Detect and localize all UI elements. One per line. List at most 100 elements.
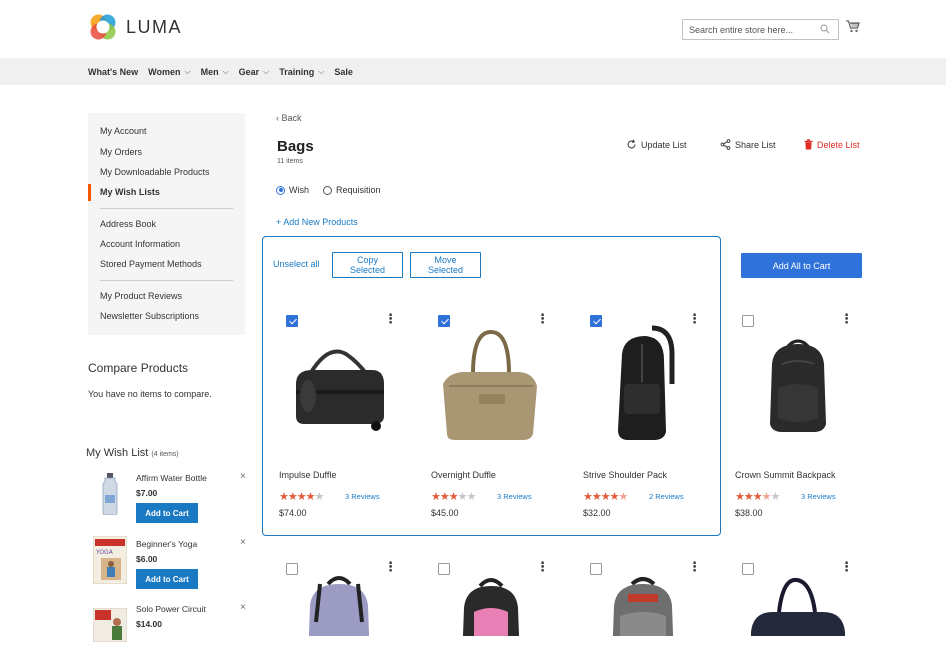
back-label: Back (281, 113, 302, 123)
sidebar-item-address-book[interactable]: Address Book (100, 219, 156, 229)
unselect-all-link[interactable]: Unselect all (273, 259, 320, 269)
remove-icon[interactable]: × (240, 471, 246, 482)
main-nav: What's New Women ⌵ Men ⌵ Gear ⌵ Training ⌵ S… (88, 58, 363, 85)
svg-text:YOGA: YOGA (95, 549, 114, 556)
reviews-link[interactable]: 3 Reviews (345, 492, 380, 501)
product-checkbox[interactable] (742, 315, 754, 327)
rating-stars: ★★★★★ (583, 491, 628, 503)
wish-radio-label[interactable]: Wish (289, 185, 309, 195)
reviews-link[interactable]: 2 Reviews (649, 492, 684, 501)
search-icon[interactable] (820, 24, 830, 34)
sidebar-item-my-orders[interactable]: My Orders (100, 147, 142, 157)
nav-item-women[interactable]: Women ⌵ (148, 67, 190, 77)
product-checkbox[interactable] (286, 315, 298, 327)
share-list-button[interactable]: Share List (720, 139, 776, 150)
nav-label: Men (200, 66, 219, 77)
sidebar-item-account-information[interactable]: Account Information (100, 239, 180, 249)
share-list-label: Share List (735, 139, 776, 150)
product-card: ⋮ (279, 558, 419, 636)
add-to-cart-button[interactable]: Add to Cart (136, 503, 198, 523)
luma-logo-icon (90, 14, 116, 40)
more-options-icon[interactable]: ⋮ (536, 560, 549, 573)
product-name[interactable]: Crown Summit Backpack (735, 470, 836, 480)
sidebar-item-stored-payment[interactable]: Stored Payment Methods (100, 259, 202, 269)
sidebar-item-my-account[interactable]: My Account (100, 126, 147, 136)
wishlist-item-name[interactable]: Solo Power Circuit (136, 604, 206, 614)
trash-icon (804, 139, 813, 150)
more-options-icon[interactable]: ⋮ (384, 312, 397, 325)
duffle-bag-icon[interactable] (279, 334, 397, 434)
nav-item-gear[interactable]: Gear ⌵ (239, 67, 270, 77)
more-options-icon[interactable]: ⋮ (536, 312, 549, 325)
reviews-link[interactable]: 3 Reviews (497, 492, 532, 501)
product-card: ⋮ (583, 558, 723, 636)
sidebar-item-downloadable-products[interactable]: My Downloadable Products (100, 167, 210, 177)
water-bottle-icon[interactable] (92, 473, 128, 515)
search-input[interactable] (682, 19, 839, 40)
product-card: ⋮ (735, 558, 875, 636)
sidebar-item-my-wish-lists[interactable]: My Wish Lists (100, 187, 160, 197)
list-type-selector: Wish Requisition (276, 185, 381, 195)
wishlist-item-price: $14.00 (136, 619, 162, 629)
backpack-icon[interactable] (735, 334, 860, 434)
more-options-icon[interactable]: ⋮ (384, 560, 397, 573)
share-icon (720, 139, 731, 150)
product-price: $74.00 (279, 508, 307, 518)
update-list-label: Update List (641, 139, 687, 150)
product-card: ⋮ (431, 558, 571, 636)
nav-item-training[interactable]: Training ⌵ (279, 67, 324, 77)
item-count: 11 items (277, 158, 303, 165)
duffle-bag-icon[interactable] (735, 572, 860, 636)
sidebar-item-newsletter[interactable]: Newsletter Subscriptions (100, 311, 199, 321)
active-indicator (88, 184, 91, 201)
account-sidebar: My Account My Orders My Downloadable Pro… (88, 113, 245, 335)
dvd-cover-icon[interactable] (92, 604, 128, 646)
move-selected-button[interactable]: Move Selected (410, 252, 481, 278)
delete-list-label: Delete List (817, 139, 860, 150)
add-to-cart-button[interactable]: Add to Cart (136, 569, 198, 589)
chevron-down-icon: ⌵ (222, 66, 229, 76)
wish-radio[interactable] (276, 185, 285, 195)
dvd-cover-icon[interactable]: YOGA (92, 536, 128, 584)
requisition-radio[interactable] (323, 185, 332, 195)
luma-logo[interactable]: LUMA (88, 12, 182, 42)
nav-item-whats-new[interactable]: What's New (88, 67, 138, 77)
wishlist-item-name[interactable]: Beginner's Yoga (136, 539, 197, 549)
backpack-icon[interactable] (441, 572, 541, 636)
wishlist-widget-item: YOGA Beginner's Yoga $6.00 Add to Cart × (88, 536, 248, 599)
backpack-icon[interactable] (593, 572, 693, 636)
nav-item-men[interactable]: Men ⌵ (201, 67, 229, 77)
chevron-down-icon: ⌵ (318, 66, 325, 76)
more-options-icon[interactable]: ⋮ (688, 560, 701, 573)
requisition-radio-label[interactable]: Requisition (336, 185, 381, 195)
product-name[interactable]: Strive Shoulder Pack (583, 470, 667, 480)
nav-item-sale[interactable]: Sale (334, 67, 353, 77)
wishlist-item-name[interactable]: Affirm Water Bottle (136, 473, 207, 483)
backpack-icon[interactable] (289, 572, 389, 636)
product-name[interactable]: Impulse Duffle (279, 470, 336, 480)
tote-bag-icon[interactable] (431, 324, 549, 444)
copy-selected-button[interactable]: Copy Selected (332, 252, 403, 278)
nav-label: Women (148, 66, 181, 77)
rating-stars: ★★★★★ (431, 491, 476, 503)
rating-stars: ★★★★★ (735, 491, 780, 503)
delete-list-button[interactable]: Delete List (804, 139, 860, 150)
more-options-icon[interactable]: ⋮ (840, 560, 853, 573)
wishlist-widget-item: Solo Power Circuit $14.00 × (88, 602, 248, 664)
add-new-products-link[interactable]: + Add New Products (276, 217, 358, 227)
more-options-icon[interactable]: ⋮ (688, 312, 701, 325)
reviews-link[interactable]: 3 Reviews (801, 492, 836, 501)
update-list-button[interactable]: Update List (626, 139, 687, 150)
back-link[interactable]: ‹ Back (276, 113, 302, 123)
more-options-icon[interactable]: ⋮ (840, 312, 853, 325)
product-name[interactable]: Overnight Duffle (431, 470, 496, 480)
sidebar-item-product-reviews[interactable]: My Product Reviews (100, 291, 182, 301)
add-all-to-cart-button[interactable]: Add All to Cart (741, 253, 862, 278)
remove-icon[interactable]: × (240, 537, 246, 548)
compare-empty-text: You have no items to compare. (88, 389, 212, 399)
sling-pack-icon[interactable] (583, 324, 701, 444)
refresh-icon (627, 139, 636, 149)
wishlist-widget-label: My Wish List (86, 447, 149, 459)
cart-icon[interactable] (846, 20, 860, 33)
remove-icon[interactable]: × (240, 602, 246, 613)
